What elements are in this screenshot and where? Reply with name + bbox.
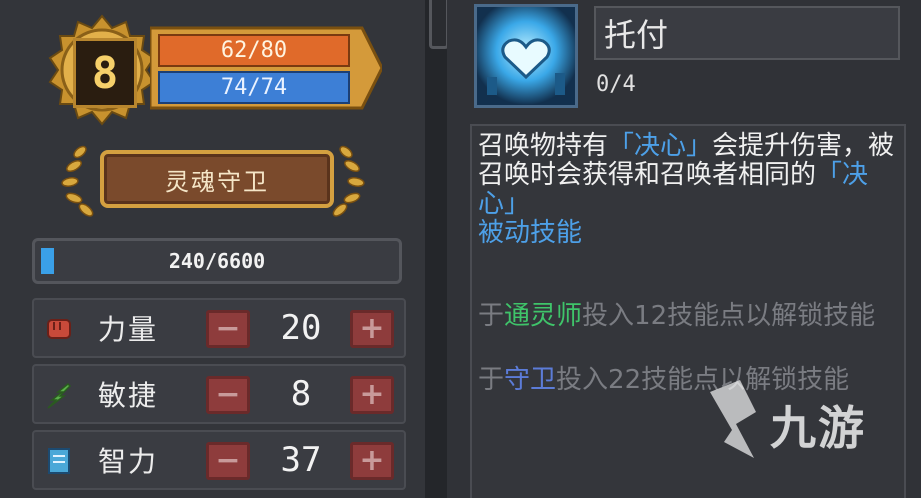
stat-value: 37 [280, 440, 322, 480]
feather-icon [47, 382, 72, 409]
xp-bar: 240/6600 [32, 238, 402, 284]
unlock-requirement-1: 于通灵师投入12技能点以解锁技能 [478, 302, 898, 331]
unlock-suffix: 投入12技能点以解锁技能 [582, 301, 876, 331]
mp-bar: 74/74 [158, 71, 350, 104]
stat-value: 8 [290, 374, 312, 414]
watermark-text: 九游 [770, 401, 866, 455]
skill-name: 托付 [594, 6, 900, 60]
skill-icon-frame[interactable] [474, 4, 578, 108]
unlock-prefix: 于 [478, 365, 505, 395]
skill-description: 召唤物持有「决心」会提升伤害，被召唤时会获得和召唤者相同的「决心」 被动技能 [478, 132, 898, 248]
stat-label: 力量 [98, 313, 159, 346]
stat-label: 敏捷 [98, 379, 159, 412]
xp-text: 240/6600 [168, 249, 266, 273]
skill-type: 被动技能 [478, 218, 583, 248]
fist-icon [47, 319, 71, 339]
stat-value: 20 [280, 308, 322, 348]
unlock-class-guardian: 守卫 [504, 365, 557, 395]
strength-plus-button[interactable]: + [350, 310, 394, 348]
laurel-left-icon [61, 145, 94, 217]
hp-bar: 62/80 [158, 34, 350, 67]
character-title: 灵魂守卫 [100, 150, 334, 208]
stat-row-intelligence: 智力 − 37 + [32, 430, 406, 490]
panel-divider [425, 0, 449, 498]
intelligence-minus-button[interactable]: − [206, 442, 250, 480]
heart-spirit-icon [477, 7, 575, 105]
strength-minus-button[interactable]: − [206, 310, 250, 348]
stat-row-strength: 力量 − 20 + [32, 298, 406, 358]
book-icon [48, 448, 70, 474]
unlock-prefix: 于 [478, 301, 505, 331]
stat-row-agility: 敏捷 − 8 + [32, 364, 406, 424]
stat-label: 智力 [98, 445, 159, 478]
agility-plus-button[interactable]: + [350, 376, 394, 414]
intelligence-plus-button[interactable]: + [350, 442, 394, 480]
desc-highlight-1: 「决心」 [608, 131, 713, 161]
unlock-class-necromancer: 通灵师 [504, 301, 583, 331]
panel-tab[interactable] [429, 0, 449, 49]
level-number: 8 [73, 38, 137, 108]
agility-minus-button[interactable]: − [206, 376, 250, 414]
desc-text-1: 召唤物持有 [478, 131, 609, 161]
skill-level: 0/4 [596, 72, 636, 97]
